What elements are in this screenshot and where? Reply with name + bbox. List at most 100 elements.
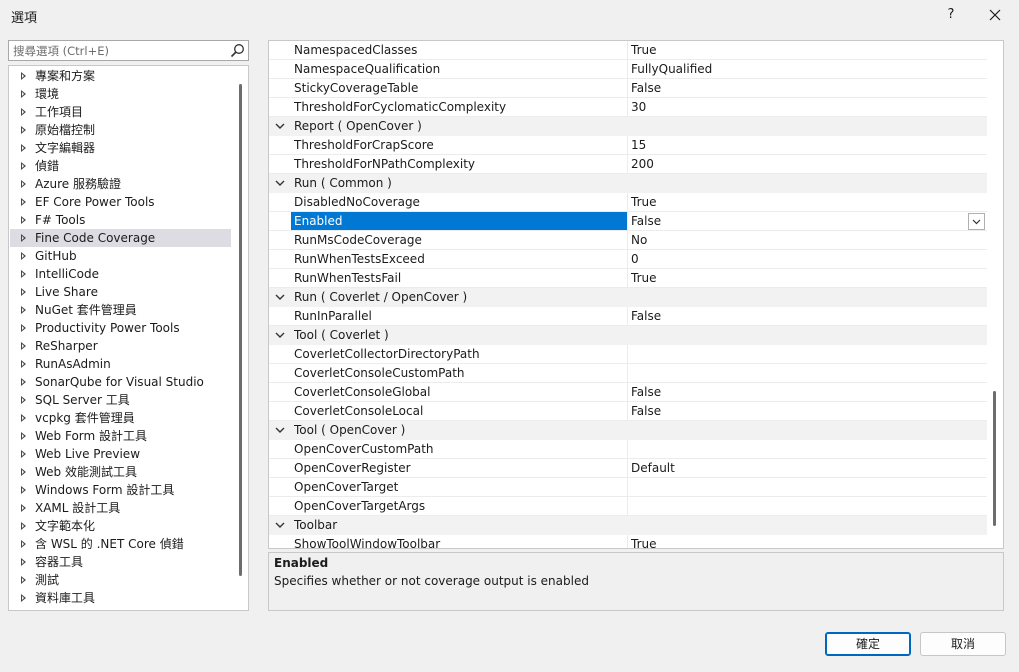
property-row[interactable]: OpenCoverCustomPath [269,440,987,459]
property-row[interactable]: OpenCoverTargetArgs [269,497,987,516]
property-row[interactable]: NamespaceQualification FullyQualified [269,60,987,79]
expand-arrow-icon[interactable] [21,594,26,602]
tree-item[interactable]: 工作項目 [10,103,231,121]
column-divider[interactable] [627,136,628,154]
property-row[interactable]: CoverletCollectorDirectoryPath [269,345,987,364]
value-dropdown-button[interactable] [968,213,985,230]
property-row[interactable]: ThresholdForCyclomaticComplexity 30 [269,98,987,117]
property-category[interactable]: Tool ( OpenCover ) [269,421,987,440]
expand-arrow-icon[interactable] [21,234,26,242]
tree-item[interactable]: 環境 [10,85,231,103]
expand-arrow-icon[interactable] [21,432,26,440]
expand-arrow-icon[interactable] [21,198,26,206]
chevron-down-icon[interactable] [275,522,285,529]
expand-arrow-icon[interactable] [21,324,26,332]
tree-item[interactable]: 專案和方案 [10,67,231,85]
tree-item[interactable]: Live Share [10,283,231,301]
tree-item[interactable]: 含 WSL 的 .NET Core 偵錯 [10,535,231,553]
property-value[interactable]: False [631,383,961,401]
expand-arrow-icon[interactable] [21,306,26,314]
column-divider[interactable] [627,440,628,458]
tree-item[interactable]: 資料庫工具 [10,589,231,607]
property-value[interactable]: False [631,307,961,325]
property-row[interactable]: RunMsCodeCoverage No [269,231,987,250]
expand-arrow-icon[interactable] [21,486,26,494]
column-divider[interactable] [627,79,628,97]
property-row[interactable]: ShowToolWindowToolbar True [269,535,987,548]
expand-arrow-icon[interactable] [21,522,26,530]
property-value[interactable]: FullyQualified [631,60,961,78]
property-category[interactable]: Tool ( Coverlet ) [269,326,987,345]
property-value[interactable]: True [631,41,961,59]
column-divider[interactable] [627,269,628,287]
expand-arrow-icon[interactable] [21,216,26,224]
expand-arrow-icon[interactable] [21,126,26,134]
column-divider[interactable] [627,250,628,268]
property-value[interactable]: False [631,79,961,97]
property-value[interactable]: True [631,269,961,287]
property-value[interactable] [631,478,961,496]
property-value[interactable]: No [631,231,961,249]
tree-item[interactable]: Azure 服務驗證 [10,175,231,193]
cancel-button[interactable]: 取消 [920,632,1006,656]
column-divider[interactable] [627,155,628,173]
property-value[interactable] [631,440,961,458]
property-row[interactable]: RunWhenTestsExceed 0 [269,250,987,269]
column-divider[interactable] [627,459,628,477]
expand-arrow-icon[interactable] [21,540,26,548]
column-divider[interactable] [627,478,628,496]
expand-arrow-icon[interactable] [21,360,26,368]
expand-arrow-icon[interactable] [21,162,26,170]
tree-item[interactable]: Web Live Preview [10,445,231,463]
property-category[interactable]: Toolbar [269,516,987,535]
chevron-down-icon[interactable] [275,427,285,434]
property-row[interactable]: CoverletConsoleLocal False [269,402,987,421]
tree-item[interactable]: 容器工具 [10,553,231,571]
column-divider[interactable] [627,307,628,325]
tree-item[interactable]: 偵錯 [10,157,231,175]
property-grid-scrollbar[interactable] [993,391,996,526]
property-category[interactable]: Run ( Coverlet / OpenCover ) [269,288,987,307]
tree-item[interactable]: EF Core Power Tools [10,193,231,211]
tree-item[interactable]: F# Tools [10,211,231,229]
tree-item[interactable]: SQL Server 工具 [10,391,231,409]
property-row[interactable]: DisabledNoCoverage True [269,193,987,212]
tree-item[interactable]: 文字編輯器 [10,139,231,157]
column-divider[interactable] [627,212,628,230]
expand-arrow-icon[interactable] [21,378,26,386]
tree-item[interactable]: GitHub [10,247,231,265]
tree-item[interactable]: NuGet 套件管理員 [10,301,231,319]
expand-arrow-icon[interactable] [21,144,26,152]
expand-arrow-icon[interactable] [21,450,26,458]
expand-arrow-icon[interactable] [21,270,26,278]
property-row[interactable]: StickyCoverageTable False [269,79,987,98]
property-value[interactable]: True [631,535,961,548]
tree-item[interactable]: 文字範本化 [10,517,231,535]
property-value[interactable] [631,345,961,363]
property-value[interactable]: True [631,193,961,211]
column-divider[interactable] [627,60,628,78]
tree-item[interactable]: Windows Form 設計工具 [10,481,231,499]
property-value[interactable]: False [631,402,961,420]
chevron-down-icon[interactable] [275,180,285,187]
ok-button[interactable]: 確定 [825,632,911,656]
chevron-down-icon[interactable] [275,294,285,301]
search-input[interactable] [13,42,228,59]
tree-item[interactable]: SonarQube for Visual Studio [10,373,231,391]
property-row[interactable]: Enabled False [269,212,987,231]
tree-item[interactable]: XAML 設計工具 [10,499,231,517]
tree-item[interactable]: RunAsAdmin [10,355,231,373]
chevron-down-icon[interactable] [275,332,285,339]
tree-item[interactable]: Web 效能測試工具 [10,463,231,481]
tree-item[interactable]: ReSharper [10,337,231,355]
column-divider[interactable] [627,364,628,382]
column-divider[interactable] [627,497,628,515]
column-divider[interactable] [627,383,628,401]
property-row[interactable]: RunInParallel False [269,307,987,326]
property-row[interactable]: ThresholdForNPathComplexity 200 [269,155,987,174]
property-row[interactable]: OpenCoverTarget [269,478,987,497]
property-row[interactable]: CoverletConsoleCustomPath [269,364,987,383]
expand-arrow-icon[interactable] [21,180,26,188]
property-value[interactable]: 30 [631,98,961,116]
column-divider[interactable] [627,402,628,420]
